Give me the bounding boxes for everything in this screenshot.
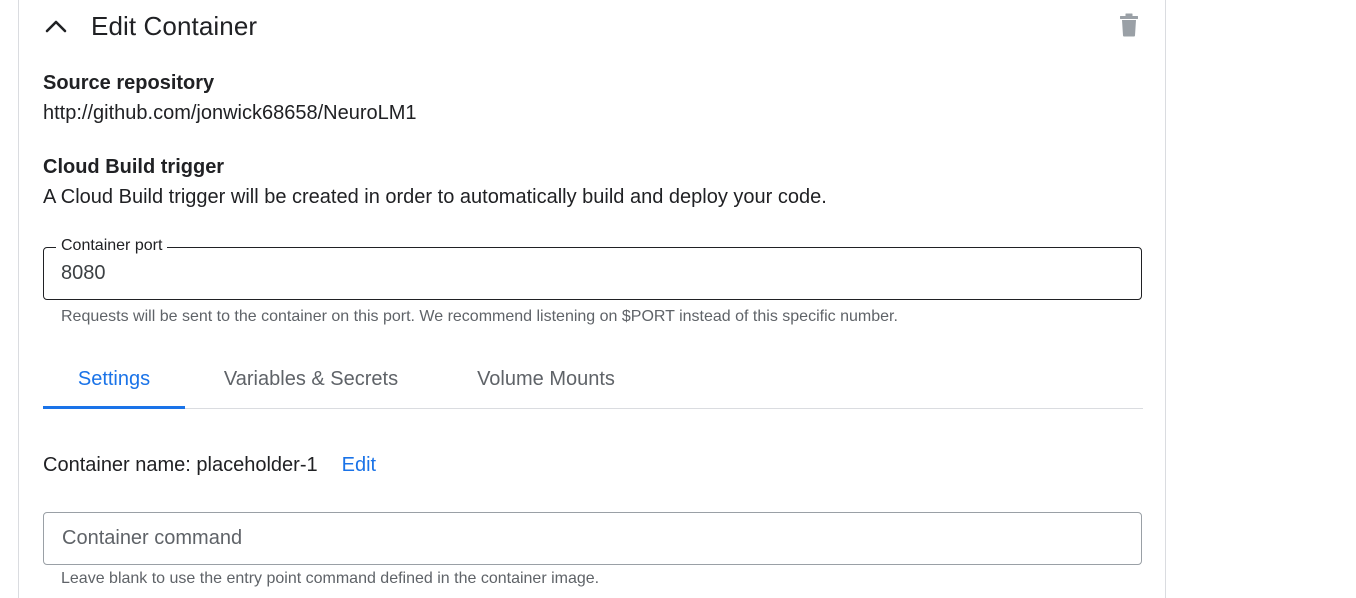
tab-volume-mounts[interactable]: Volume Mounts — [453, 350, 639, 408]
container-command-placeholder: Container command — [62, 527, 243, 549]
container-tabs: Settings Variables & Secrets Volume Moun… — [43, 350, 1143, 409]
container-name-row: Container name: placeholder-1 Edit — [43, 454, 376, 477]
container-port-field[interactable]: Container port 8080 — [43, 237, 1142, 300]
tab-settings[interactable]: Settings — [43, 350, 185, 409]
container-name-text: Container name: placeholder-1 — [43, 454, 318, 476]
cloud-build-trigger-description: A Cloud Build trigger will be created in… — [43, 186, 827, 208]
edit-container-panel: Edit Container Source repository http://… — [18, 0, 1166, 598]
container-port-helper: Requests will be sent to the container o… — [61, 308, 898, 325]
edit-container-name-link[interactable]: Edit — [342, 454, 376, 477]
panel-header: Edit Container — [43, 4, 257, 48]
cloud-build-trigger-label: Cloud Build trigger — [43, 156, 225, 178]
trash-icon[interactable] — [1117, 12, 1141, 38]
container-command-helper: Leave blank to use the entry point comma… — [61, 570, 600, 587]
container-command-field[interactable]: Container command — [43, 512, 1142, 565]
container-port-label: Container port — [56, 237, 168, 255]
panel-title: Edit Container — [91, 10, 258, 41]
container-port-input[interactable]: 8080 — [61, 262, 106, 285]
source-repository-value: http://github.com/jonwick68658/NeuroLM1 — [43, 102, 417, 124]
tab-variables-secrets[interactable]: Variables & Secrets — [201, 350, 421, 408]
chevron-up-icon[interactable] — [43, 13, 69, 39]
source-repository-label: Source repository — [43, 72, 215, 94]
